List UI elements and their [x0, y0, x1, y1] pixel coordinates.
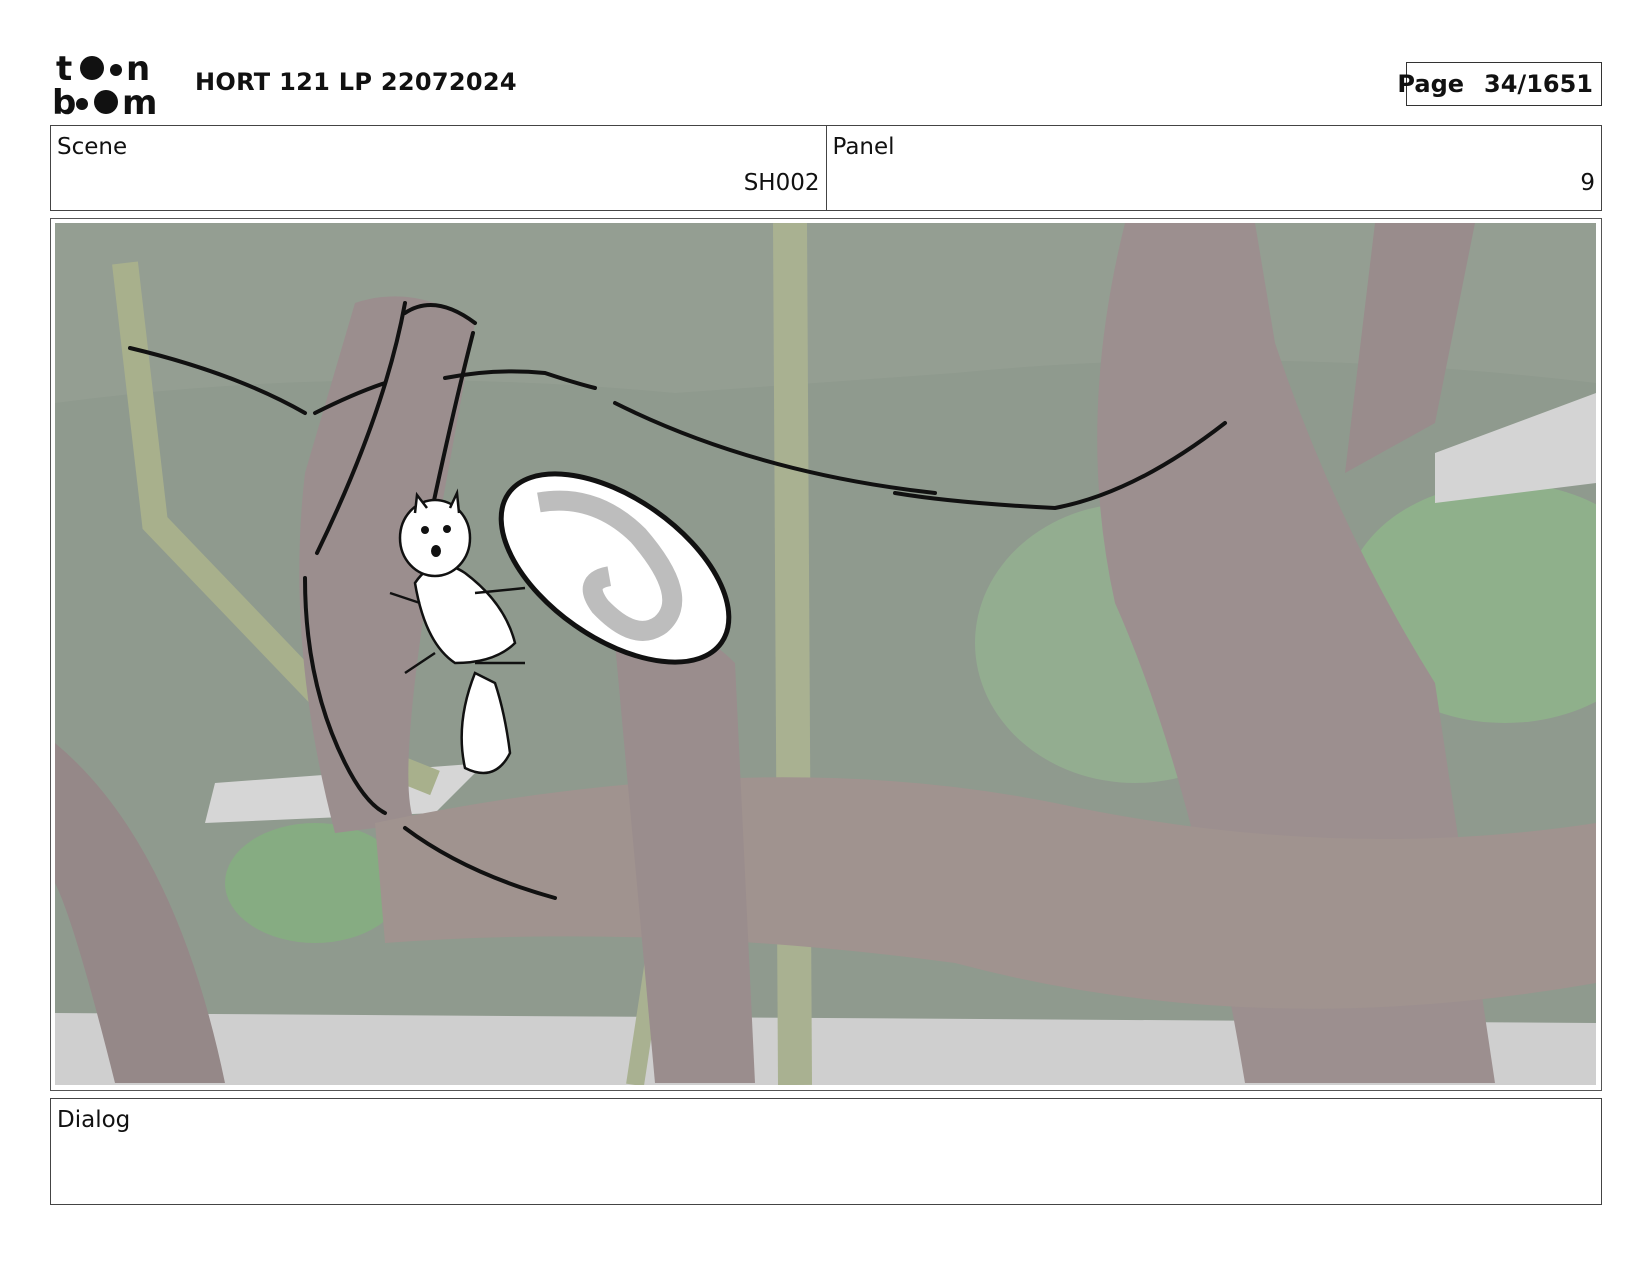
page-number: 34/1651	[1484, 70, 1593, 98]
scene-panel-row: Scene SH002 Panel 9	[50, 125, 1602, 211]
panel-cell: Panel 9	[825, 126, 1602, 210]
toonboom-logo: t n b m	[52, 50, 157, 118]
scene-value: SH002	[743, 170, 820, 196]
panel-artwork	[55, 223, 1596, 1085]
svg-text:m: m	[122, 83, 157, 118]
storyboard-panel	[50, 218, 1602, 1091]
scene-label: Scene	[57, 134, 128, 160]
document-title: HORT 121 LP 22072024	[195, 68, 517, 96]
dialog-box: Dialog	[50, 1098, 1602, 1205]
svg-text:b: b	[52, 83, 76, 118]
page-indicator: Page 34/1651	[1397, 62, 1602, 106]
page-label: Page	[1397, 70, 1465, 98]
scene-cell: Scene SH002	[51, 126, 826, 210]
panel-value: 9	[1580, 170, 1595, 196]
dialog-label: Dialog	[57, 1107, 131, 1133]
panel-label: Panel	[832, 134, 895, 160]
